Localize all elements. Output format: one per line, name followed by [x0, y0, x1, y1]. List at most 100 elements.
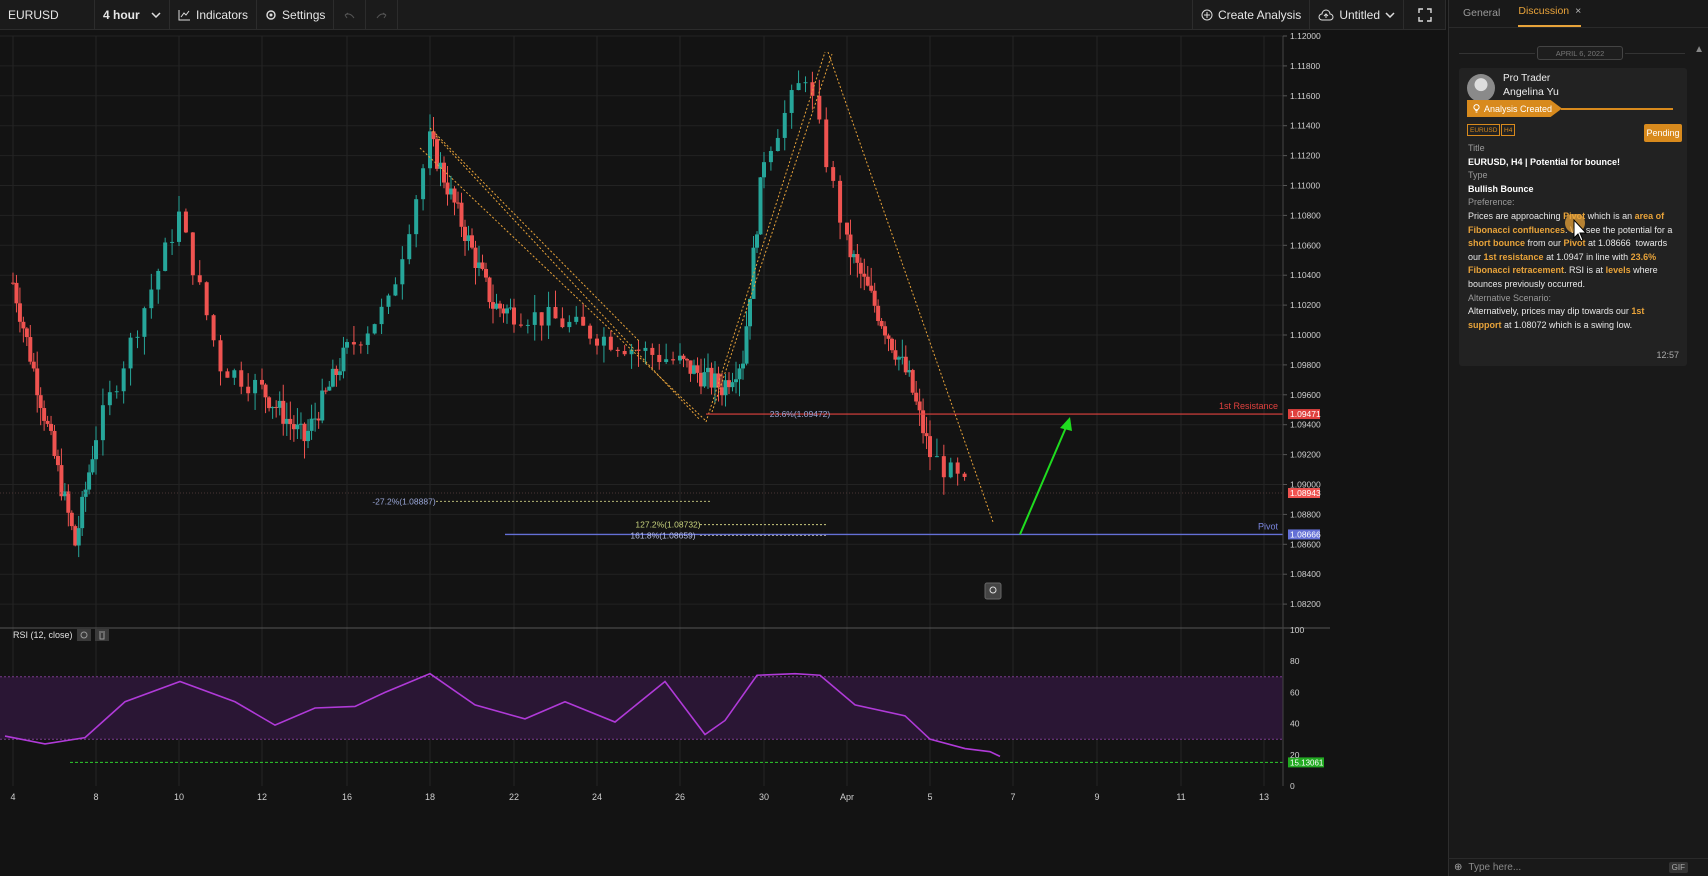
candle-body: [962, 473, 967, 477]
candle-body: [737, 368, 742, 380]
candle-body: [59, 465, 64, 497]
candle-body: [900, 356, 905, 358]
candle-body: [498, 303, 502, 309]
mouse-cursor-icon: [1565, 214, 1588, 242]
candle-body: [706, 367, 710, 373]
candle-body: [386, 295, 391, 307]
symbol-tag: EURUSD: [1467, 124, 1501, 136]
candle-body: [762, 162, 766, 178]
date-tick-label: 8: [93, 792, 98, 802]
layout-dropdown[interactable]: Untitled: [1310, 0, 1404, 30]
candle-body: [567, 321, 572, 328]
candle-body: [883, 326, 888, 336]
status-line: [1561, 108, 1673, 110]
price-tick-label: 1.09200: [1290, 450, 1321, 460]
settings-button[interactable]: Settings: [257, 0, 335, 30]
candle-body: [11, 282, 15, 284]
candle-body: [525, 324, 530, 326]
indicators-label: Indicators: [196, 7, 249, 22]
candle-body: [560, 318, 565, 328]
candle-body: [681, 355, 686, 360]
candle-body: [893, 350, 898, 360]
candle-body: [414, 199, 419, 235]
candle-body: [24, 328, 29, 338]
candle-body: [211, 315, 216, 341]
candle-body: [889, 338, 894, 351]
candle-body: [702, 372, 707, 387]
redo-icon: [376, 12, 387, 18]
add-icon[interactable]: ⊕: [1454, 862, 1462, 873]
rsi-settings-button: [77, 629, 91, 641]
layout-name: Untitled: [1339, 7, 1380, 22]
analysis-type: Bullish Bounce: [1468, 183, 1534, 194]
create-analysis-label: Create Analysis: [1217, 7, 1302, 22]
scroll-up-icon[interactable]: ▲: [1694, 44, 1704, 55]
status-label: Analysis Created: [1484, 103, 1553, 114]
message-composer: ⊕ Type here... GIF: [1448, 858, 1708, 876]
candle-body: [42, 408, 47, 421]
undo-icon: [344, 12, 355, 18]
chart-drawings[interactable]: 1st Resistance 23.6%(1.09472) Pivot -27.2%(…: [0, 51, 1283, 600]
candle-body: [824, 119, 829, 168]
interval-dropdown[interactable]: 4 hour: [95, 0, 170, 30]
bounce-arrow: [1019, 424, 1068, 535]
avatar[interactable]: [1467, 74, 1495, 102]
candle-body: [62, 491, 67, 497]
date-tick-label: 7: [1010, 792, 1015, 802]
user-name[interactable]: Angelina Yu: [1503, 86, 1559, 98]
candle-body: [142, 308, 147, 337]
candle-body: [320, 390, 325, 421]
message-input[interactable]: Type here...: [1468, 862, 1521, 873]
candle-body: [52, 430, 57, 456]
date-tick-label: 30: [759, 792, 769, 802]
candle-body: [501, 308, 506, 314]
gif-button[interactable]: GIF: [1668, 862, 1688, 873]
rsi-tick-label: 60: [1290, 687, 1300, 697]
tab-general[interactable]: General: [1463, 7, 1500, 27]
candle-body: [532, 312, 537, 325]
candle-body: [306, 430, 311, 442]
candle-body: [345, 342, 349, 348]
candle-body: [456, 202, 460, 204]
candle-body: [664, 359, 669, 363]
redo-button[interactable]: [366, 0, 399, 30]
candle-body: [470, 235, 474, 248]
rsi-tick-label: 40: [1290, 719, 1300, 729]
candle-body: [879, 320, 884, 327]
interval-label: 4 hour: [103, 7, 140, 22]
candle-body: [869, 285, 874, 291]
pivot-price-label: 1.08666: [1290, 529, 1321, 539]
candle-body: [768, 151, 773, 163]
price-chart[interactable]: 1st Resistance 23.6%(1.09472) Pivot -27.2%(…: [0, 31, 1446, 876]
date-tick-label: 12: [257, 792, 267, 802]
candle-body: [327, 386, 332, 391]
undo-button[interactable]: [334, 0, 367, 30]
close-tab-icon[interactable]: ×: [1575, 5, 1581, 17]
candle-body: [789, 90, 794, 113]
candle-body: [90, 459, 95, 473]
candle-body: [914, 392, 919, 402]
date-tick-label: Apr: [840, 792, 854, 802]
candle-body: [941, 456, 946, 478]
price-tick-label: 1.11800: [1290, 61, 1320, 71]
bounce-arrowhead: [1060, 417, 1072, 431]
price-tick-label: 1.09800: [1290, 360, 1321, 370]
candle-body: [379, 306, 384, 325]
fib-channel-line: [419, 147, 706, 421]
fullscreen-button[interactable]: [1404, 0, 1446, 30]
indicators-button[interactable]: Indicators: [170, 0, 258, 30]
candle-body: [94, 440, 98, 460]
candle-body: [553, 306, 558, 319]
price-tick-label: 1.11200: [1290, 151, 1320, 161]
tab-discussion[interactable]: Discussion ×: [1518, 5, 1582, 27]
candle-body: [650, 347, 655, 355]
price-tick-label: 1.10600: [1290, 240, 1321, 250]
candle-body: [720, 387, 724, 396]
user-role: Pro Trader: [1503, 73, 1551, 84]
candle-body: [595, 338, 599, 346]
resistance-price-label: 1.09471: [1290, 409, 1321, 419]
candle-body: [459, 202, 464, 227]
candle-body: [601, 336, 606, 346]
create-analysis-button[interactable]: Create Analysis: [1191, 0, 1311, 30]
symbol-selector[interactable]: EURUSD: [0, 0, 95, 30]
